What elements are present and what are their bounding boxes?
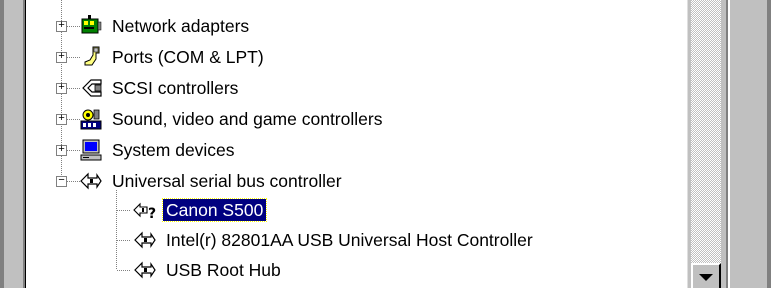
- device-tree[interactable]: + + + + + − Network adapters Ports (COM …: [23, 0, 687, 288]
- tree-connector: [117, 240, 131, 241]
- sound-icon: [80, 109, 102, 130]
- collapse-usb-button[interactable]: −: [56, 176, 67, 187]
- tree-item-usb-root-hub[interactable]: USB Root Hub: [133, 255, 284, 285]
- window-border-right: [723, 0, 771, 288]
- usb-device-warning-icon: ?: [133, 202, 156, 222]
- expand-network-adapters-button[interactable]: +: [56, 21, 67, 32]
- tree-item-label: USB Root Hub: [166, 260, 281, 280]
- tree-item-ports[interactable]: Ports (COM & LPT): [79, 42, 267, 72]
- tree-item-label: System devices: [112, 140, 235, 160]
- scroll-down-button[interactable]: [691, 263, 721, 288]
- expand-sound-button[interactable]: +: [56, 114, 67, 125]
- tree-item-label: Network adapters: [112, 16, 250, 36]
- expand-system-devices-button[interactable]: +: [56, 145, 67, 156]
- vertical-scrollbar[interactable]: [687, 0, 723, 288]
- expand-scsi-button[interactable]: +: [56, 83, 67, 94]
- tree-item-intel-host-controller[interactable]: Intel(r) 82801AA USB Universal Host Cont…: [133, 225, 536, 255]
- tree-item-sound-video-game[interactable]: Sound, video and game controllers: [79, 104, 385, 134]
- window-border-left: [0, 0, 4, 288]
- tree-connector: [116, 190, 117, 270]
- scrollbar-track[interactable]: [691, 0, 721, 264]
- usb-icon: [134, 231, 156, 249]
- arrow-down-icon: [699, 274, 713, 281]
- tree-item-system-devices[interactable]: System devices: [79, 135, 238, 165]
- tree-connector: [117, 270, 131, 271]
- port-icon: [84, 46, 100, 66]
- tree-connector: [117, 210, 131, 211]
- svg-text:?: ?: [148, 206, 156, 222]
- expand-ports-button[interactable]: +: [56, 52, 67, 63]
- tree-item-label: Universal serial bus controller: [112, 171, 342, 191]
- tree-item-usb-controller[interactable]: Universal serial bus controller: [79, 166, 345, 196]
- tree-item-label: SCSI controllers: [112, 78, 239, 98]
- computer-icon: [80, 139, 102, 161]
- tree-item-label: Canon S500: [161, 198, 268, 222]
- tree-item-canon-s500[interactable]: ? Canon S500: [133, 195, 268, 225]
- device-manager-window: + + + + + − Network adapters Ports (COM …: [0, 0, 771, 288]
- usb-icon: [134, 261, 156, 279]
- tree-item-label: Ports (COM & LPT): [112, 47, 264, 67]
- tree-item-label: Sound, video and game controllers: [112, 109, 383, 129]
- tree-item-network-adapters[interactable]: Network adapters: [79, 11, 252, 41]
- tree-item-scsi-controllers[interactable]: SCSI controllers: [79, 73, 241, 103]
- network-adapter-icon: [81, 15, 102, 34]
- tree-item-label: Intel(r) 82801AA USB Universal Host Cont…: [166, 230, 533, 250]
- scsi-icon: [82, 79, 102, 97]
- usb-icon: [80, 172, 102, 190]
